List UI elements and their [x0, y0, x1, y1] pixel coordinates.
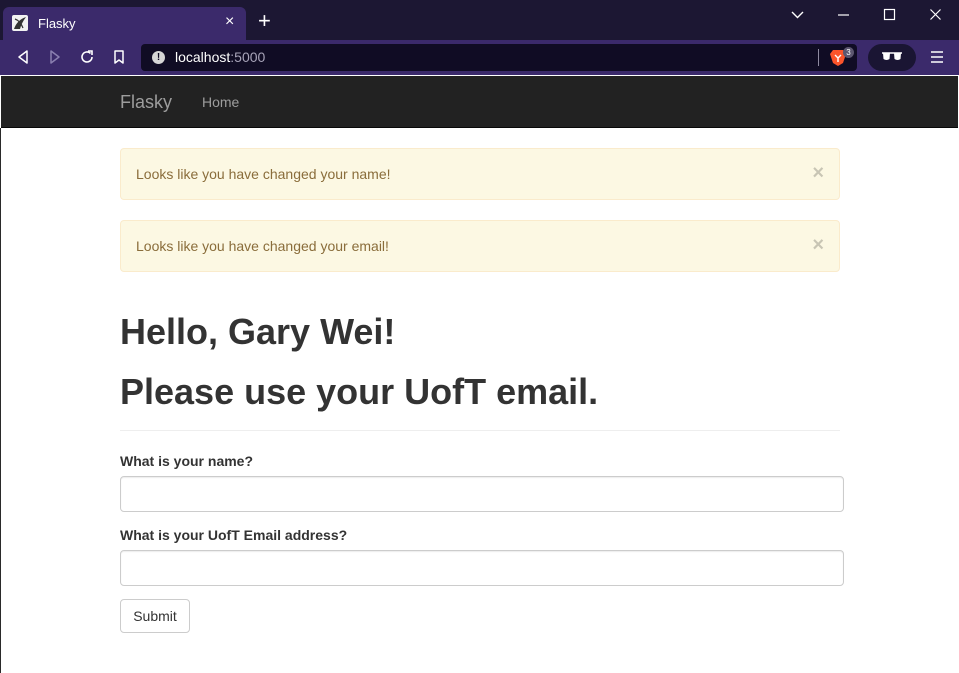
url-divider	[818, 49, 819, 66]
maximize-icon[interactable]	[883, 6, 896, 28]
browser-tab[interactable]: Flasky ×	[3, 7, 246, 40]
shields-count-badge: 3	[843, 47, 854, 58]
name-label: What is your name?	[120, 453, 254, 469]
browser-titlebar: Flasky × +	[0, 0, 959, 40]
divider	[120, 430, 840, 431]
minimize-icon[interactable]	[837, 6, 850, 28]
url-port: :5000	[230, 49, 266, 65]
submit-button[interactable]: Submit	[120, 599, 190, 633]
tab-search-chevron-icon[interactable]	[791, 6, 804, 28]
alert-close-icon[interactable]: ×	[812, 235, 824, 255]
url-text: localhost:5000	[175, 49, 265, 65]
bookmark-icon[interactable]	[110, 48, 128, 66]
alert-message: Looks like you have changed your email!	[136, 238, 389, 254]
close-window-icon[interactable]	[929, 6, 942, 28]
email-label: What is your UofT Email address?	[120, 527, 348, 543]
alert-message: Looks like you have changed your name!	[136, 166, 391, 182]
alert-close-icon[interactable]: ×	[812, 163, 824, 183]
back-icon[interactable]	[14, 48, 32, 66]
glasses-icon	[882, 52, 902, 60]
url-host: localhost	[175, 49, 231, 65]
address-bar[interactable]: ! localhost:5000 3	[141, 44, 857, 71]
forward-icon[interactable]	[46, 48, 64, 66]
email-input[interactable]	[120, 550, 844, 586]
site-info-icon[interactable]: !	[152, 51, 165, 64]
tab-close-icon[interactable]: ×	[225, 14, 234, 30]
tab-title: Flasky	[38, 16, 76, 31]
name-input[interactable]	[120, 476, 844, 512]
email-notice-heading: Please use your UofT email.	[120, 371, 599, 412]
reader-mode-button[interactable]	[868, 44, 916, 71]
alert-warning: Looks like you have changed your email! …	[120, 220, 840, 272]
new-tab-icon[interactable]: +	[258, 10, 271, 32]
flask-favicon-icon	[12, 15, 28, 31]
reload-icon[interactable]	[78, 48, 96, 66]
alert-warning: Looks like you have changed your name! ×	[120, 148, 840, 200]
page-left-border	[0, 128, 1, 673]
navbar-brand[interactable]: Flasky	[120, 92, 172, 113]
nav-link-home[interactable]: Home	[202, 94, 239, 110]
site-navbar: Flasky Home	[1, 76, 958, 128]
greeting-heading: Hello, Gary Wei!	[120, 311, 396, 352]
hamburger-menu-icon[interactable]	[930, 50, 944, 64]
